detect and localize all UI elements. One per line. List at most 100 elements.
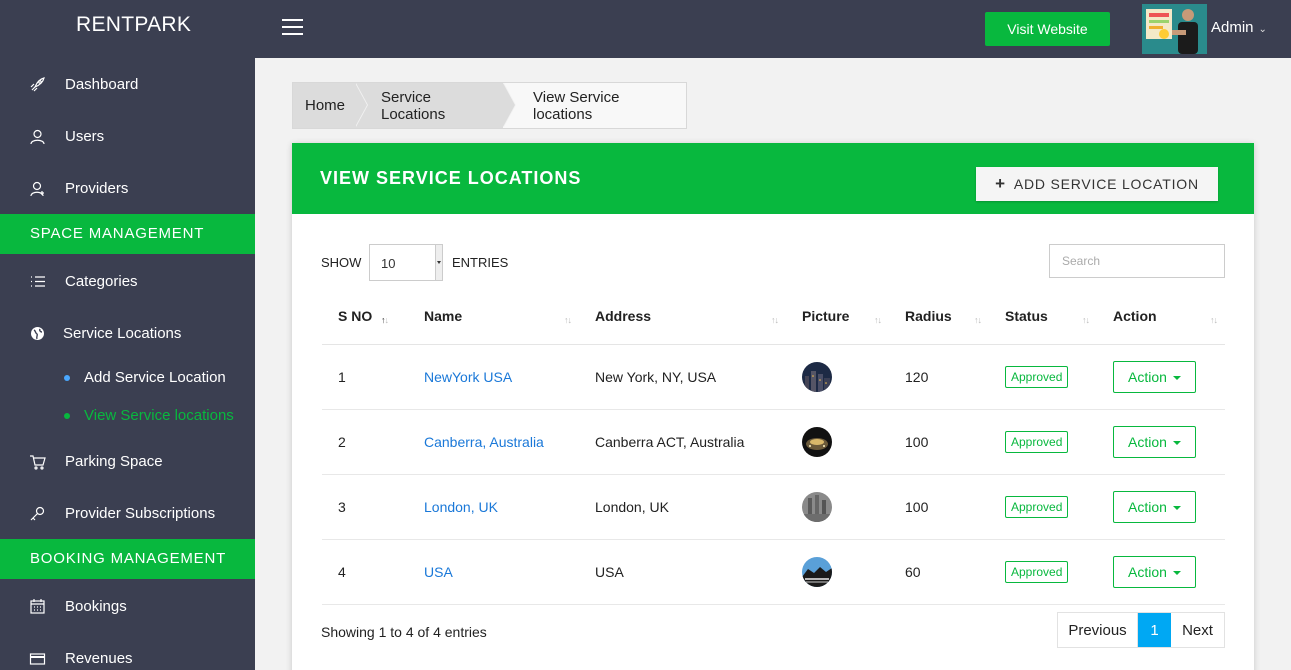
- status-badge: Approved: [1005, 365, 1069, 388]
- action-dropdown-button[interactable]: Action: [1113, 425, 1196, 458]
- status-badge: Approved: [1005, 430, 1069, 453]
- sidebar-item-revenues[interactable]: Revenues: [0, 632, 255, 670]
- cell-name: USA: [408, 539, 579, 605]
- service-locations-card: VIEW SERVICE LOCATIONS + ADD SERVICE LOCA…: [292, 143, 1254, 670]
- cell-address: London, UK: [579, 474, 786, 540]
- caret-down-icon: [1172, 375, 1181, 380]
- entries-select-value: 10: [381, 256, 396, 271]
- sidebar-item-bookings[interactable]: Bookings: [0, 580, 255, 632]
- calendar-icon: [28, 597, 46, 615]
- column-header-radius[interactable]: Radius ↑↓: [889, 288, 989, 345]
- cell-status: Approved: [989, 539, 1097, 605]
- user-menu[interactable]: Admin ⌄: [1211, 19, 1267, 36]
- sidebar-item-categories[interactable]: Categories: [0, 255, 255, 307]
- sidebar-item-label: Dashboard: [65, 75, 139, 93]
- avatar[interactable]: [1142, 4, 1207, 54]
- column-header-sno[interactable]: S NO ↑↓: [322, 288, 408, 345]
- sidebar-item-label: Revenues: [65, 649, 133, 667]
- column-header-picture[interactable]: Picture ↑↓: [786, 288, 889, 345]
- chevron-down-icon: ⌄: [1258, 24, 1267, 35]
- table-row: 3 London, UK London, UK 100 Approved Act…: [322, 474, 1225, 540]
- table-header-row: S NO ↑↓ Name ↑↓ Address ↑↓ Picture ↑↓ Radius…: [322, 288, 1225, 345]
- search-input[interactable]: [1049, 244, 1225, 278]
- location-thumbnail: [802, 556, 832, 587]
- caret-down-icon: [1172, 440, 1181, 445]
- visit-website-button[interactable]: Visit Website: [985, 12, 1110, 46]
- breadcrumb-separator-icon: [355, 83, 367, 127]
- column-header-name[interactable]: Name ↑↓: [408, 288, 579, 345]
- column-header-label: Status: [1005, 307, 1048, 324]
- sidebar-item-label: Users: [65, 127, 105, 145]
- location-link[interactable]: Canberra, Australia: [424, 434, 544, 450]
- action-dropdown-button[interactable]: Action: [1113, 555, 1196, 588]
- cell-status: Approved: [989, 474, 1097, 540]
- cell-action: Action: [1097, 474, 1225, 540]
- sidebar-item-service-locations[interactable]: Service Locations: [0, 307, 255, 359]
- sort-icon: ↑↓: [874, 315, 882, 325]
- add-service-location-button[interactable]: + ADD SERVICE LOCATION: [976, 167, 1218, 201]
- cell-name: Canberra, Australia: [408, 409, 579, 475]
- cell-radius: 120: [889, 344, 989, 410]
- sidebar-item-parking-space[interactable]: Parking Space: [0, 435, 255, 487]
- cell-name: NewYork USA: [408, 344, 579, 410]
- globe-icon: [28, 324, 46, 342]
- add-button-label: ADD SERVICE LOCATION: [1013, 176, 1199, 192]
- table-row: 2 Canberra, Australia Canberra ACT, Aust…: [322, 409, 1225, 475]
- cell-sno: 4: [322, 539, 408, 605]
- show-label: SHOW: [321, 255, 362, 270]
- cell-action: Action: [1097, 409, 1225, 475]
- sidebar-item-label: Parking Space: [65, 452, 163, 470]
- location-link[interactable]: London, UK: [424, 499, 498, 515]
- pagination: Previous 1 Next: [1057, 612, 1225, 648]
- sidebar-item-users[interactable]: Users: [0, 110, 255, 162]
- cell-radius: 60: [889, 539, 989, 605]
- location-link[interactable]: NewYork USA: [424, 369, 512, 385]
- page-title: VIEW SERVICE LOCATIONS: [320, 168, 582, 188]
- entries-per-page-select[interactable]: 10: [369, 244, 443, 281]
- action-button-label: Action: [1128, 368, 1167, 385]
- pagination-page-button[interactable]: 1: [1138, 613, 1171, 647]
- cell-radius: 100: [889, 409, 989, 475]
- sidebar-item-providers[interactable]: Providers: [0, 162, 255, 214]
- sidebar-item-label: Bookings: [65, 597, 127, 615]
- column-header-label: Picture: [802, 307, 850, 324]
- menu-toggle-icon[interactable]: [282, 19, 303, 36]
- cell-action: Action: [1097, 539, 1225, 605]
- breadcrumb-home[interactable]: Home: [293, 83, 368, 128]
- bullet-dot-icon: [64, 413, 70, 419]
- sidebar-subitem-label: Add Service Location: [84, 369, 226, 386]
- column-header-label: S NO: [338, 307, 373, 324]
- location-thumbnail: [802, 491, 832, 522]
- brand-logo[interactable]: RENTPARK: [0, 0, 255, 58]
- user-icon: [28, 127, 46, 145]
- column-header-label: Radius: [905, 307, 952, 324]
- sidebar-subitem-add-service-location[interactable]: Add Service Location: [0, 359, 255, 397]
- column-header-status[interactable]: Status ↑↓: [989, 288, 1097, 345]
- action-dropdown-button[interactable]: Action: [1113, 490, 1196, 523]
- sidebar-item-provider-subscriptions[interactable]: Provider Subscriptions: [0, 487, 255, 539]
- sidebar-item-dashboard[interactable]: Dashboard: [0, 58, 255, 110]
- cell-status: Approved: [989, 409, 1097, 475]
- column-header-action[interactable]: Action ↑↓: [1097, 288, 1225, 345]
- provider-icon: [28, 179, 46, 197]
- pagination-next-button[interactable]: Next: [1171, 613, 1224, 647]
- breadcrumb-separator-icon: [503, 83, 515, 127]
- breadcrumb-service-locations[interactable]: Service Locations: [355, 83, 516, 128]
- sidebar-subitem-label: View Service locations: [84, 407, 234, 424]
- cell-action: Action: [1097, 344, 1225, 410]
- pagination-previous-button[interactable]: Previous: [1058, 613, 1138, 647]
- cell-sno: 3: [322, 474, 408, 540]
- sidebar-item-label: Service Locations: [63, 324, 182, 342]
- location-link[interactable]: USA: [424, 564, 453, 580]
- location-thumbnail: [802, 361, 832, 392]
- entries-label: ENTRIES: [452, 255, 509, 270]
- action-dropdown-button[interactable]: Action: [1113, 360, 1196, 393]
- status-badge: Approved: [1005, 560, 1069, 583]
- sidebar-item-label: Categories: [65, 272, 138, 290]
- caret-down-icon: [1172, 505, 1181, 510]
- section-header-space-management: SPACE MANAGEMENT: [0, 214, 255, 254]
- column-header-address[interactable]: Address ↑↓: [579, 288, 786, 345]
- sidebar-item-label: Provider Subscriptions: [65, 504, 216, 522]
- sidebar-subitem-view-service-locations[interactable]: View Service locations: [0, 397, 255, 435]
- list-icon: [28, 272, 46, 290]
